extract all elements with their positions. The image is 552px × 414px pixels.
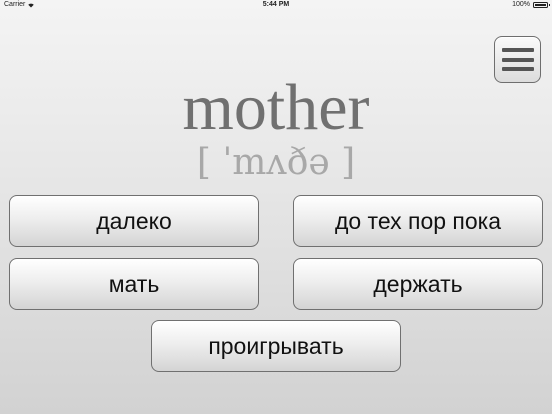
quiz-word: mother	[182, 71, 370, 144]
answer-button-4[interactable]: держать	[293, 258, 543, 310]
status-time: 5:44 PM	[262, 1, 290, 8]
answer-button-1[interactable]: далеко	[9, 195, 259, 247]
battery-icon	[533, 2, 550, 8]
answer-button-5[interactable]: проигрывать	[151, 320, 401, 372]
status-bar: Carrier 5:44 PM 100%	[0, 0, 552, 10]
battery-percent: 100%	[512, 1, 530, 8]
answer-button-3[interactable]: мать	[9, 258, 259, 310]
hamburger-menu-icon	[502, 48, 534, 71]
status-right: 100%	[512, 0, 550, 10]
answer-button-2[interactable]: до тех пор пока	[293, 195, 543, 247]
battery-fill	[535, 4, 546, 6]
word-transcription: [ ˈmʌðə ]	[196, 142, 356, 183]
